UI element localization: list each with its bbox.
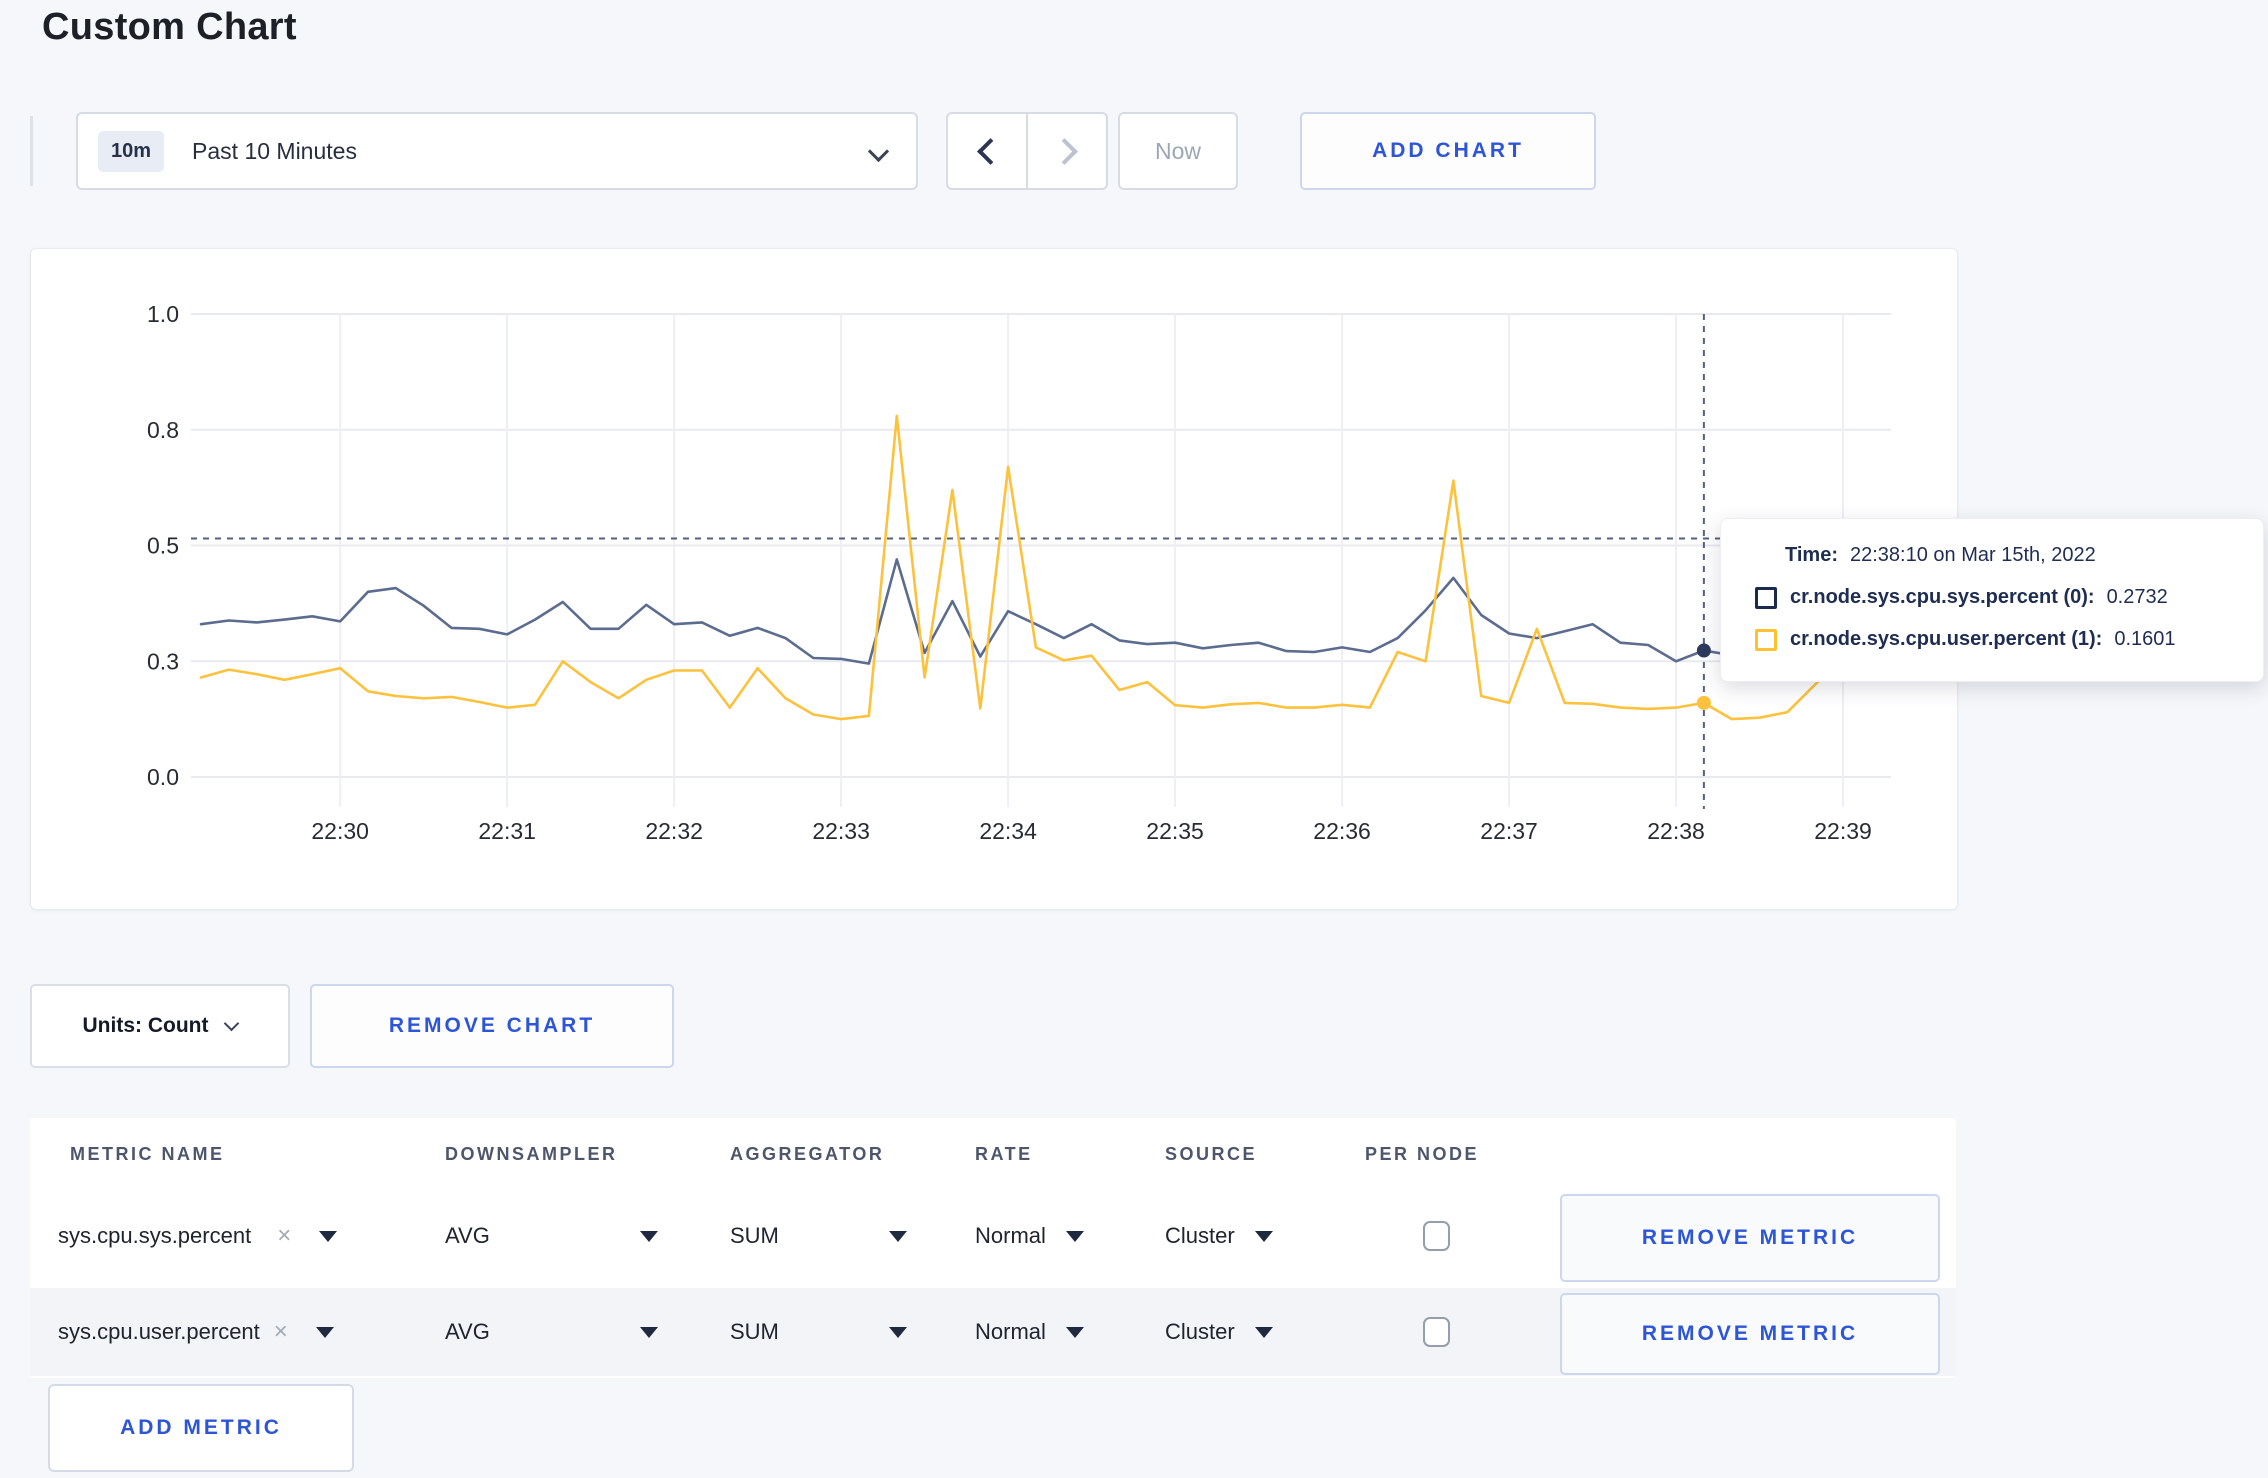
aggregator-value: SUM [730, 1223, 779, 1248]
svg-text:22:39: 22:39 [1814, 818, 1872, 844]
rate-select[interactable]: Normal [975, 1223, 1084, 1249]
sys-series-swatch-icon [1755, 586, 1777, 609]
units-select[interactable]: Units: Count [30, 984, 290, 1068]
chevron-right-icon [1050, 137, 1078, 165]
rate-value: Normal [975, 1319, 1046, 1344]
source-value: Cluster [1165, 1223, 1235, 1248]
caret-down-icon [639, 1230, 658, 1242]
caret-down-icon [1254, 1230, 1273, 1242]
clear-metric-icon[interactable]: × [274, 1318, 288, 1346]
column-header-downsampler: DOWNSAMPLER [445, 1144, 618, 1164]
caret-down-icon [1254, 1326, 1273, 1338]
svg-text:22:35: 22:35 [1146, 818, 1204, 844]
clear-metric-icon[interactable]: × [277, 1222, 291, 1250]
tooltip-series-value: 0.2732 [2106, 586, 2168, 608]
per-node-checkbox[interactable] [1423, 1221, 1450, 1251]
user-series-swatch-icon [1755, 628, 1777, 651]
metrics-table: METRIC NAME DOWNSAMPLER AGGREGATOR RATE … [30, 1118, 1956, 1378]
now-button[interactable]: Now [1118, 112, 1238, 190]
metric-name-value: sys.cpu.user.percent [58, 1319, 260, 1344]
tooltip-time-row: Time: 22:38:10 on Mar 15th, 2022 [1785, 544, 2263, 567]
svg-text:22:36: 22:36 [1313, 818, 1371, 844]
svg-text:22:37: 22:37 [1480, 818, 1538, 844]
tooltip-series-value: 0.1601 [2114, 628, 2176, 650]
metric-row: sys.cpu.sys.percent × AVG SUM Normal Clu… [30, 1184, 1956, 1288]
svg-text:0.3: 0.3 [147, 648, 179, 674]
aggregator-select[interactable]: SUM [730, 1223, 907, 1249]
caret-down-icon [639, 1326, 658, 1338]
chevron-down-icon [867, 140, 890, 163]
tooltip-series-row: cr.node.sys.cpu.user.percent (1): 0.1601 [1755, 628, 2263, 651]
svg-text:0.8: 0.8 [147, 417, 179, 443]
column-header-aggregator: AGGREGATOR [730, 1144, 885, 1164]
time-range-select[interactable]: 10m Past 10 Minutes [76, 112, 918, 190]
caret-down-icon [888, 1326, 907, 1338]
page-title: Custom Chart [42, 6, 297, 48]
column-header-metric-name: METRIC NAME [70, 1144, 225, 1164]
chevron-down-icon [224, 1015, 240, 1031]
time-back-button[interactable] [948, 114, 1028, 188]
svg-text:22:30: 22:30 [311, 818, 369, 844]
source-select[interactable]: Cluster [1165, 1319, 1273, 1345]
time-range-label: Past 10 Minutes [192, 137, 357, 164]
rate-select[interactable]: Normal [975, 1319, 1084, 1345]
source-select[interactable]: Cluster [1165, 1223, 1273, 1249]
svg-text:22:32: 22:32 [645, 818, 703, 844]
chart-panel[interactable]: 0.0 0.3 0.5 0.8 1.0 22:30 22:31 22:32 22:33 22:34… [30, 248, 1958, 910]
column-header-source: SOURCE [1165, 1144, 1258, 1164]
tooltip-time-label: Time: [1785, 544, 1838, 566]
downsampler-value: AVG [445, 1319, 490, 1344]
tooltip-series-row: cr.node.sys.cpu.sys.percent (0): 0.2732 [1755, 586, 2263, 609]
svg-text:0.5: 0.5 [147, 533, 179, 559]
units-label: Units: Count [82, 1014, 209, 1037]
metric-name-value: sys.cpu.sys.percent [58, 1223, 252, 1248]
caret-down-icon [1065, 1326, 1084, 1338]
time-range-badge: 10m [98, 130, 165, 172]
downsampler-value: AVG [445, 1223, 490, 1248]
svg-text:22:31: 22:31 [478, 818, 536, 844]
chevron-left-icon [976, 137, 1004, 165]
per-node-checkbox[interactable] [1423, 1317, 1450, 1347]
svg-text:22:34: 22:34 [979, 818, 1037, 844]
tooltip-series-name: cr.node.sys.cpu.sys.percent (0): [1790, 586, 2095, 608]
caret-down-icon [1065, 1230, 1084, 1242]
svg-text:1.0: 1.0 [147, 301, 179, 327]
downsampler-select[interactable]: AVG [445, 1223, 658, 1249]
time-forward-button[interactable] [1028, 114, 1106, 188]
aggregator-value: SUM [730, 1319, 779, 1344]
column-header-rate: RATE [975, 1144, 1033, 1164]
aggregator-select[interactable]: SUM [730, 1319, 907, 1345]
caret-down-icon [315, 1326, 334, 1338]
timeseries-chart[interactable]: 0.0 0.3 0.5 0.8 1.0 22:30 22:31 22:32 22:33 22:34… [31, 249, 1957, 909]
rate-value: Normal [975, 1223, 1046, 1248]
source-value: Cluster [1165, 1319, 1235, 1344]
tooltip-series-name: cr.node.sys.cpu.user.percent (1): [1790, 628, 2103, 650]
column-header-per-node: PER NODE [1365, 1144, 1480, 1164]
metric-name-select[interactable]: sys.cpu.user.percent × [58, 1318, 334, 1346]
remove-metric-button[interactable]: REMOVE METRIC [1560, 1194, 1940, 1282]
add-chart-button[interactable]: ADD CHART [1300, 112, 1596, 190]
remove-chart-button[interactable]: REMOVE CHART [310, 984, 674, 1068]
svg-text:0.0: 0.0 [147, 764, 179, 790]
caret-down-icon [319, 1230, 338, 1242]
chart-hover-tooltip: Time: 22:38:10 on Mar 15th, 2022 cr.node.… [1720, 518, 2264, 682]
time-nav-group [946, 112, 1108, 190]
add-metric-button[interactable]: ADD METRIC [48, 1384, 354, 1472]
caret-down-icon [888, 1230, 907, 1242]
svg-text:22:38: 22:38 [1647, 818, 1705, 844]
toolbar-divider [30, 116, 33, 186]
tooltip-time-value: 22:38:10 on Mar 15th, 2022 [1849, 544, 2096, 566]
remove-metric-button[interactable]: REMOVE METRIC [1560, 1293, 1940, 1375]
downsampler-select[interactable]: AVG [445, 1319, 658, 1345]
svg-text:22:33: 22:33 [812, 818, 870, 844]
metric-name-select[interactable]: sys.cpu.sys.percent × [58, 1222, 338, 1250]
metric-row: sys.cpu.user.percent × AVG SUM Normal Cl… [30, 1288, 1956, 1376]
